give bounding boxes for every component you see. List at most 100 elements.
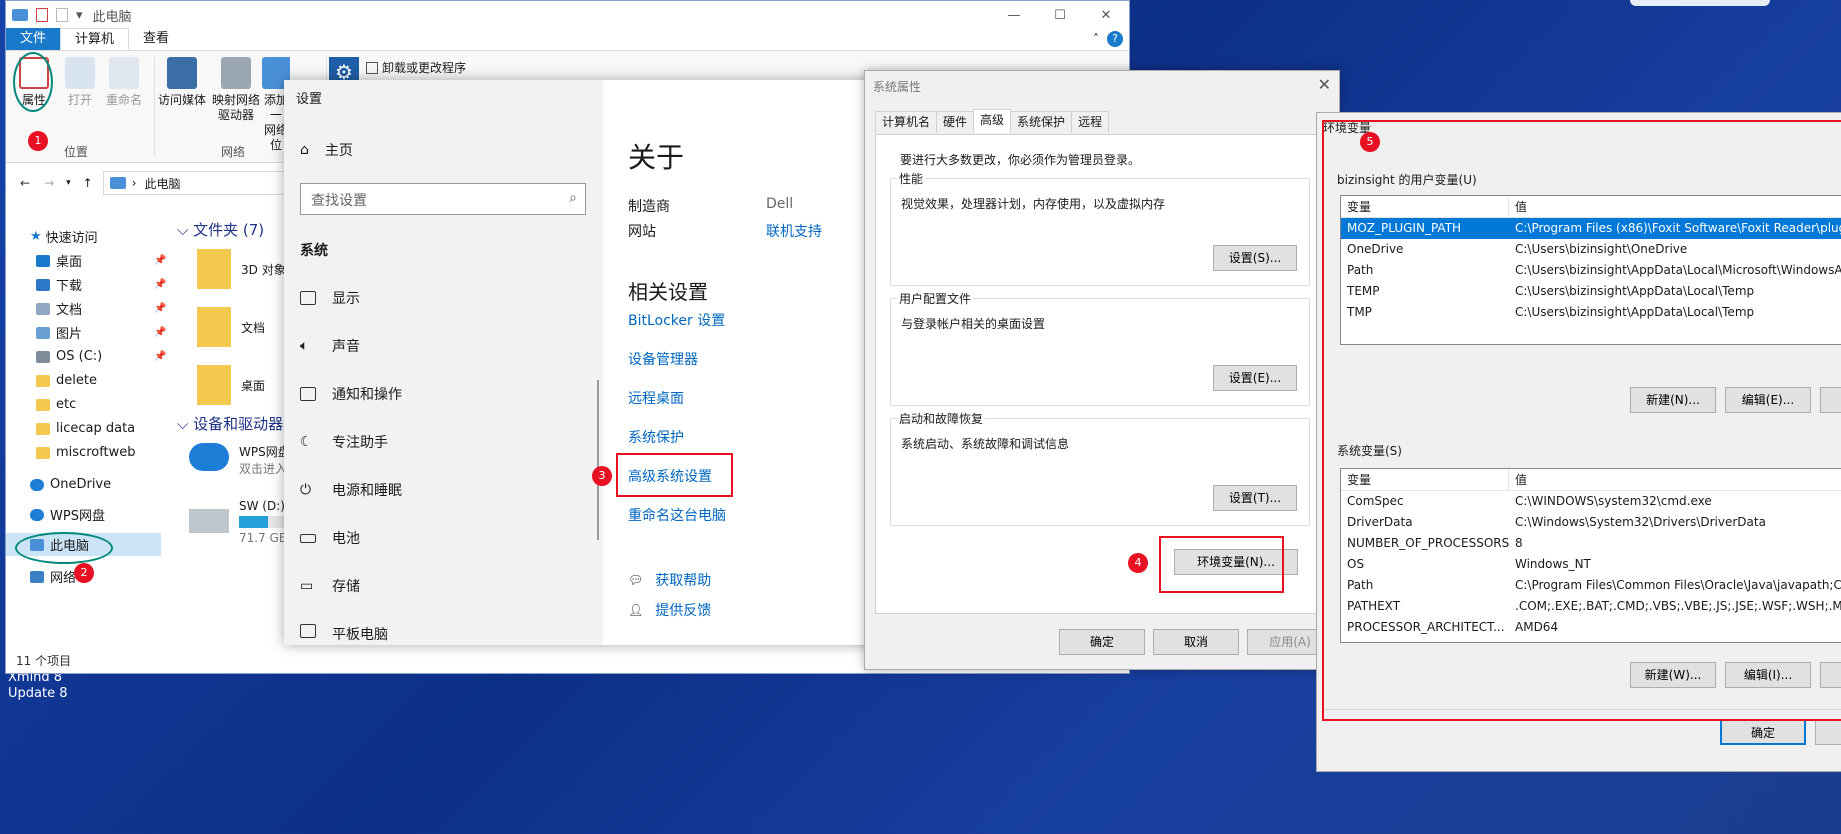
tab-file[interactable]: 文件: [6, 28, 61, 50]
nav-wps[interactable]: WPS网盘: [30, 503, 185, 526]
search-icon[interactable]: ⌕: [569, 190, 577, 206]
settings-home[interactable]: ⌂ 主页: [300, 140, 353, 160]
pin-icon[interactable]: 📌: [154, 351, 166, 362]
nav-onedrive[interactable]: OneDrive: [30, 473, 185, 496]
nav-miscroftweb[interactable]: miscroftweb: [36, 441, 191, 464]
cloud-icon: [30, 478, 44, 491]
settings-scrollbar[interactable]: [597, 380, 599, 540]
nav-pictures[interactable]: 图片 📌: [36, 321, 191, 344]
settings-menu-display[interactable]: 显示: [300, 288, 360, 308]
device-manager-link[interactable]: 设备管理器: [628, 349, 698, 369]
tab-view[interactable]: 查看: [129, 28, 183, 50]
pin-icon[interactable]: 📌: [154, 279, 166, 290]
pin-icon[interactable]: 📌: [154, 255, 166, 266]
settings-search-input[interactable]: 查找设置 ⌕: [300, 183, 586, 215]
rename-pc-link[interactable]: 重命名这台电脑: [628, 505, 726, 525]
folder-icon: [197, 249, 231, 289]
performance-settings-button[interactable]: 设置(S)...: [1213, 245, 1297, 271]
startup-settings-button[interactable]: 设置(T)...: [1213, 485, 1297, 511]
envvars-ok-button[interactable]: 确定: [1720, 719, 1806, 745]
nav-licecap-data[interactable]: licecap data: [36, 417, 191, 440]
desktop-icon-label[interactable]: Xmind 8 Update 8: [8, 670, 67, 702]
back-arrow-icon[interactable]: ←: [20, 176, 30, 190]
tab-hardware[interactable]: 硬件: [936, 111, 975, 133]
nav-documents[interactable]: 文档 📌: [36, 297, 191, 320]
nav-etc[interactable]: etc: [36, 393, 191, 416]
nav-desktop[interactable]: 桌面 📌: [36, 249, 191, 272]
forward-arrow-icon[interactable]: →: [44, 176, 54, 190]
uninstall-program-button[interactable]: 卸载或更改程序: [366, 59, 466, 76]
folder-documents[interactable]: 文档: [197, 307, 265, 347]
media-icon: [167, 57, 197, 89]
access-media-button[interactable]: 访问媒体: [156, 57, 208, 108]
wps-drive-item[interactable]: WPS网盘 双击进入: [189, 443, 290, 477]
open-icon: [65, 57, 95, 89]
notification-icon: [300, 387, 316, 401]
settings-menu-storage[interactable]: ▭ 存储: [300, 576, 360, 596]
rename-button[interactable]: 重命名: [102, 57, 146, 108]
up-arrow-icon[interactable]: ↑: [83, 176, 93, 190]
settings-menu-notifications[interactable]: 通知和操作: [300, 384, 402, 404]
step-marker-3: 3: [592, 466, 612, 486]
folder-desktop[interactable]: 桌面: [197, 365, 265, 405]
remote-desktop-link[interactable]: 远程桌面: [628, 388, 684, 408]
website-link[interactable]: 联机支持: [766, 221, 822, 241]
drive-d-item[interactable]: SW (D:) 71.7 GB: [189, 499, 287, 545]
settings-menu-tablet[interactable]: 平板电脑: [300, 624, 388, 645]
pin-icon[interactable]: 📌: [154, 303, 166, 314]
nav-os-c[interactable]: OS (C:) 📌: [36, 345, 191, 368]
feedback-item[interactable]: 👤︎ 提供反馈: [628, 600, 711, 620]
map-drive-button[interactable]: 映射网络 驱动器: [210, 57, 262, 123]
open-button[interactable]: 打开: [62, 57, 98, 108]
nav-network[interactable]: 网络: [30, 565, 185, 588]
settings-menu-focus-assist[interactable]: ☾ 专注助手: [300, 432, 388, 452]
status-bar-count: 11 个项目: [16, 654, 72, 668]
minimize-button[interactable]: —: [991, 8, 1037, 23]
settings-menu-power[interactable]: ⏻ 电源和睡眠: [300, 480, 402, 500]
devices-header[interactable]: ⌵ 设备和驱动器: [177, 413, 283, 434]
nav-delete[interactable]: delete: [36, 369, 191, 392]
profile-settings-button[interactable]: 设置(E)...: [1213, 365, 1297, 391]
maximize-button[interactable]: ☐: [1037, 8, 1083, 23]
recent-chevron-icon[interactable]: ▾: [66, 178, 71, 188]
step-marker-1: 1: [28, 131, 48, 151]
settings-menu-sound[interactable]: 🔈︎ 声音: [300, 336, 360, 356]
close-button[interactable]: ✕: [1083, 8, 1129, 23]
nav-quick-access[interactable]: ★ 快速访问: [30, 225, 185, 248]
ribbon-separator: [154, 57, 155, 157]
close-button[interactable]: ✕: [1318, 75, 1331, 94]
pin-icon[interactable]: 📌: [154, 327, 166, 338]
help-icon[interactable]: ?: [1107, 31, 1123, 47]
chevron-down-icon[interactable]: ▾: [76, 8, 83, 23]
chevron-up-icon[interactable]: ˄: [1093, 28, 1099, 50]
annotation-box-envvars: [1322, 120, 1841, 721]
folder-icon: [36, 446, 50, 459]
annotation-box-env-button: [1159, 536, 1284, 593]
cloud-icon: [189, 443, 229, 471]
tab-advanced[interactable]: 高级: [973, 109, 1012, 133]
tab-remote[interactable]: 远程: [1071, 111, 1110, 133]
bitlocker-link[interactable]: BitLocker 设置: [628, 310, 725, 330]
desktop-icon: [36, 254, 50, 267]
network-drive-icon: [221, 57, 251, 89]
tab-system-protection[interactable]: 系统保护: [1010, 111, 1073, 133]
step-marker-4: 4: [1128, 553, 1148, 573]
annotation-ellipse-this-pc: [15, 532, 113, 564]
ribbon-tabs: 文件 计算机 查看 ˄ ?: [6, 28, 1129, 51]
sysprop-title: 系统属性: [873, 80, 922, 94]
folder-3d-objects[interactable]: 3D 对象: [197, 249, 286, 289]
tab-computer-name[interactable]: 计算机名: [875, 111, 938, 133]
system-protection-link[interactable]: 系统保护: [628, 427, 684, 447]
battery-icon: [300, 533, 316, 543]
cancel-button[interactable]: 取消: [1153, 629, 1239, 655]
nav-downloads[interactable]: 下载 📌: [36, 273, 191, 296]
newfolder-quick-icon[interactable]: [56, 8, 68, 22]
properties-quick-icon[interactable]: [36, 8, 48, 22]
folders-header[interactable]: ⌵ 文件夹 (7): [177, 219, 264, 240]
settings-menu-battery[interactable]: 电池: [300, 528, 360, 548]
ok-button[interactable]: 确定: [1059, 629, 1145, 655]
about-title: 关于: [628, 141, 685, 174]
tab-computer[interactable]: 计算机: [60, 28, 130, 50]
get-help-item[interactable]: 💬︎ 获取帮助: [628, 570, 711, 590]
envvars-cancel-button[interactable]: [1815, 719, 1841, 745]
